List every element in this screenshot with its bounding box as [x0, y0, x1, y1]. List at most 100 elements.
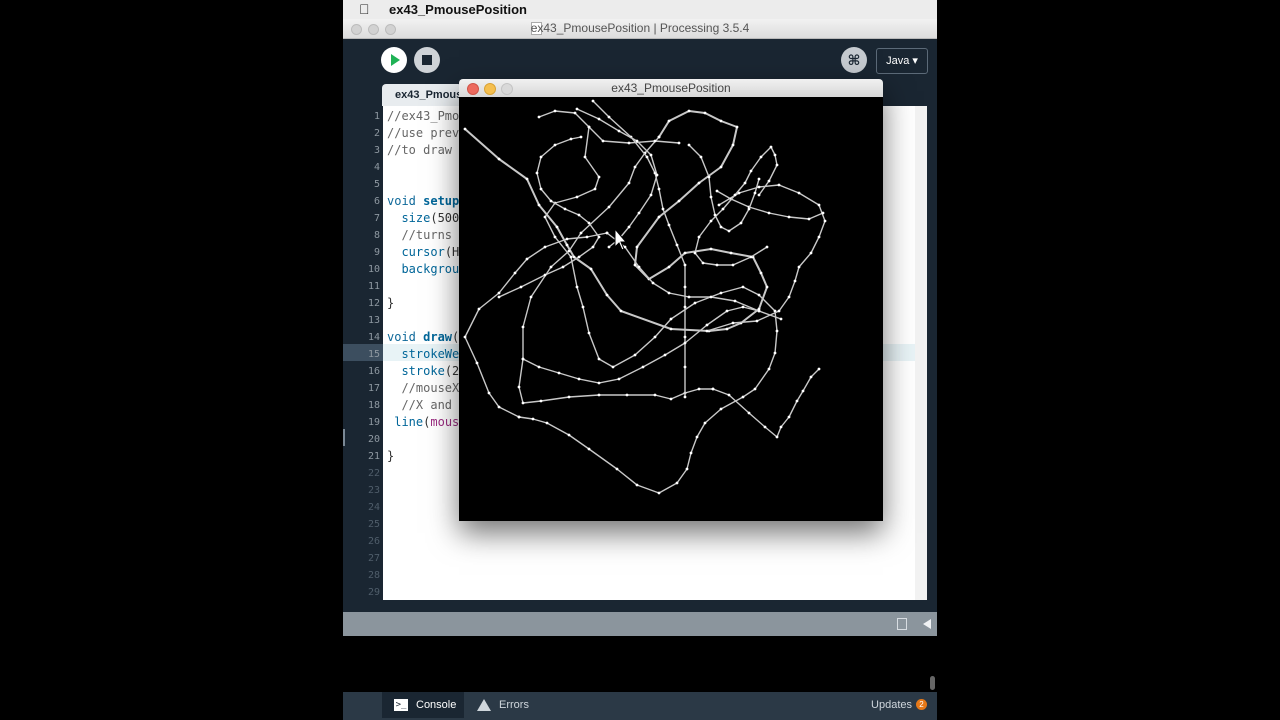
- stroke-vertex: [641, 365, 645, 369]
- line-number: 6: [373, 196, 380, 207]
- stroke-vertex: [687, 109, 691, 113]
- stroke-vertex: [577, 255, 581, 259]
- stroke-vertex: [817, 235, 821, 239]
- mode-selector[interactable]: Java ▾: [876, 48, 928, 74]
- status-bar: [343, 612, 937, 636]
- stroke-vertex: [575, 107, 579, 111]
- sketch-window[interactable]: ex43_PmousePosition: [459, 79, 883, 521]
- stroke-vertex: [801, 389, 805, 393]
- stroke-vertex: [757, 177, 761, 181]
- stroke-vertex: [663, 353, 667, 357]
- stroke-vertex: [591, 99, 595, 103]
- drawn-stroke: [716, 190, 824, 220]
- stroke-vertex: [667, 119, 671, 123]
- stop-button[interactable]: [414, 47, 440, 73]
- stroke-vertex: [653, 335, 657, 339]
- stroke-vertex: [777, 309, 781, 313]
- stroke-vertex: [779, 317, 783, 321]
- line-number: 13: [367, 315, 380, 326]
- drawn-stroke: [522, 306, 782, 384]
- code-args: (2: [444, 364, 460, 378]
- code-args: (500: [430, 211, 460, 225]
- run-button[interactable]: [381, 47, 407, 73]
- function-line: line: [394, 415, 424, 429]
- stroke-vertex: [567, 249, 571, 253]
- sketch-canvas[interactable]: [459, 97, 883, 521]
- updates-badge: 2: [916, 699, 927, 710]
- stroke-vertex: [807, 217, 811, 221]
- stroke-vertex: [513, 271, 517, 275]
- stroke-vertex: [555, 225, 559, 229]
- code-variable: mous: [430, 415, 460, 429]
- console-area[interactable]: [343, 636, 937, 692]
- stroke-vertex: [463, 335, 467, 339]
- stroke-vertex: [543, 273, 547, 277]
- stroke-vertex: [573, 111, 577, 115]
- stroke-vertex: [637, 265, 641, 269]
- line-number-gutter: 1 2 3 4 5 6 7 8 9 10 11 12 13 14 15 16 17 18 19 20 21 22 23 24 2…: [343, 106, 383, 600]
- tab-sketch[interactable]: ex43_Pmouse: [382, 84, 468, 106]
- menubar-app-title[interactable]: ex43_PmousePosition: [389, 0, 527, 19]
- debug-button[interactable]: ⌘: [841, 47, 867, 73]
- code-line-9: cursor(H: [387, 244, 459, 261]
- code-line-19: line(mous: [387, 414, 459, 431]
- updates-link[interactable]: Updates 2: [871, 692, 927, 718]
- stroke-vertex: [581, 305, 585, 309]
- line-number: 24: [367, 502, 380, 513]
- function-strokeweight: strokeWe: [401, 347, 460, 361]
- stroke-vertex: [707, 175, 711, 179]
- copy-icon[interactable]: [897, 618, 907, 630]
- editor-scrollbar[interactable]: [915, 106, 927, 600]
- stroke-vertex: [669, 317, 673, 321]
- stroke-vertex: [747, 207, 751, 211]
- stroke-vertex: [577, 213, 581, 217]
- collapse-console-icon[interactable]: [923, 619, 931, 629]
- drawing-surface[interactable]: [459, 97, 883, 521]
- code-comment: //X and: [401, 398, 460, 412]
- stroke-vertex: [635, 245, 639, 249]
- stroke-vertex: [717, 203, 721, 207]
- stroke-vertex: [767, 179, 771, 183]
- sketch-title-bar[interactable]: ex43_PmousePosition: [459, 79, 883, 98]
- apple-menu-icon[interactable]: : [359, 1, 370, 18]
- stroke-vertex: [697, 387, 701, 391]
- stroke-vertex: [715, 189, 719, 193]
- stroke-vertex: [775, 435, 779, 439]
- stroke-vertex: [713, 213, 717, 217]
- tab-errors[interactable]: Errors: [465, 692, 545, 718]
- stroke-vertex: [589, 267, 593, 271]
- stroke-vertex: [607, 245, 611, 249]
- stroke-vertex: [709, 195, 713, 199]
- stroke-vertex: [703, 111, 707, 115]
- stroke-vertex: [773, 351, 777, 355]
- stroke-vertex: [719, 119, 723, 123]
- stroke-vertex: [567, 433, 571, 437]
- stroke-vertex: [767, 211, 771, 215]
- stroke-vertex: [685, 467, 689, 471]
- stroke-vertex: [521, 357, 525, 361]
- stroke-vertex: [695, 435, 699, 439]
- code-line-18: //X and: [387, 397, 459, 414]
- stroke-vertex: [633, 263, 637, 267]
- ide-title-bar: ex43_PmousePosition | Processing 3.5.4: [343, 19, 937, 39]
- code-line-21: }: [387, 449, 395, 463]
- stroke-vertex: [743, 181, 747, 185]
- stroke-vertex: [775, 163, 779, 167]
- stroke-vertex: [569, 137, 573, 141]
- stroke-vertex: [619, 309, 623, 313]
- stroke-vertex: [757, 193, 761, 197]
- tab-console[interactable]: >_ Console: [382, 692, 464, 718]
- stroke-vertex: [579, 135, 583, 139]
- stroke-vertex: [719, 165, 723, 169]
- stroke-vertex: [605, 293, 609, 297]
- stroke-vertex: [567, 395, 571, 399]
- stroke-vertex: [563, 207, 567, 211]
- stroke-vertex: [649, 193, 653, 197]
- stroke-vertex: [759, 271, 763, 275]
- stroke-vertex: [697, 235, 701, 239]
- stroke-vertex: [741, 285, 745, 289]
- stroke-vertex: [769, 145, 773, 149]
- stroke-vertex: [597, 357, 601, 361]
- console-scrollbar[interactable]: [930, 676, 935, 690]
- stroke-vertex: [683, 285, 687, 289]
